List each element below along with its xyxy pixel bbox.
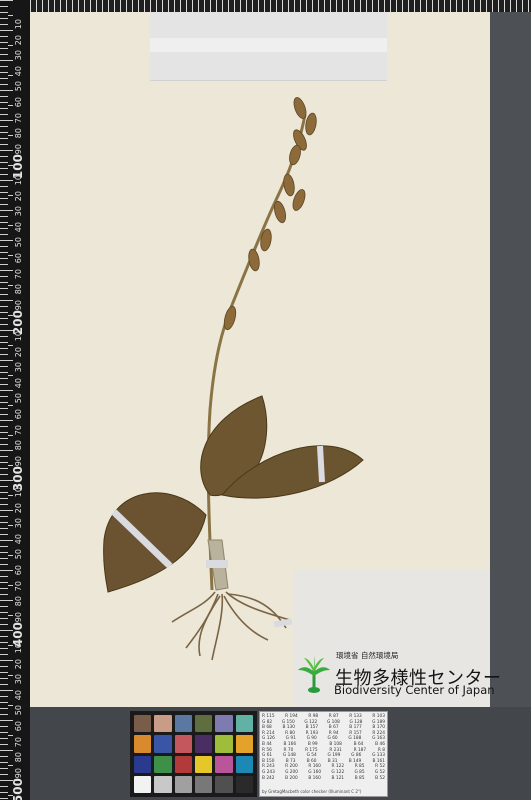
color-patch <box>195 735 213 753</box>
color-patch <box>195 755 213 773</box>
color-patch <box>134 715 152 733</box>
color-table-cell: B 200 <box>285 775 298 781</box>
color-patch <box>154 735 172 753</box>
color-patch <box>174 755 192 773</box>
color-patch <box>174 735 192 753</box>
color-checker-caption: by GretagMacbeth color checker (Illumina… <box>262 789 362 795</box>
color-patch <box>195 775 213 793</box>
color-patch <box>154 755 172 773</box>
color-patch <box>195 715 213 733</box>
color-patch <box>215 715 233 733</box>
color-patch <box>134 735 152 753</box>
color-patch <box>174 775 192 793</box>
color-patch <box>154 775 172 793</box>
green-plant-logo-icon <box>298 656 330 693</box>
ministry-text: 環境省 自然環境局 <box>336 651 399 660</box>
color-table-cell: B 121 <box>331 775 345 781</box>
color-patch <box>134 755 152 773</box>
color-checker-chart <box>130 711 257 797</box>
color-patch <box>215 775 233 793</box>
color-patch <box>215 735 233 753</box>
color-patch <box>235 715 253 733</box>
color-table-cell: B 242 <box>262 775 275 781</box>
color-patch <box>235 755 253 773</box>
color-patch <box>215 755 233 773</box>
color-patch <box>235 775 253 793</box>
color-table-cell: B 85 <box>354 775 365 781</box>
color-reference-table: R 115 R 194 R 98 R 87 R 133 R 103 G 82 G 150 G 1… <box>259 711 388 797</box>
color-patch <box>235 735 253 753</box>
color-table-row: B 242 B 200 B 160 B 121 B 85 B 52 <box>262 776 385 782</box>
color-patch <box>174 715 192 733</box>
color-table-cell: B 160 <box>308 775 321 781</box>
color-table-cell: B 52 <box>375 775 385 781</box>
organization-name-english: Biodiversity Center of Japan <box>334 683 495 697</box>
color-patch <box>154 715 172 733</box>
color-patch <box>134 775 152 793</box>
